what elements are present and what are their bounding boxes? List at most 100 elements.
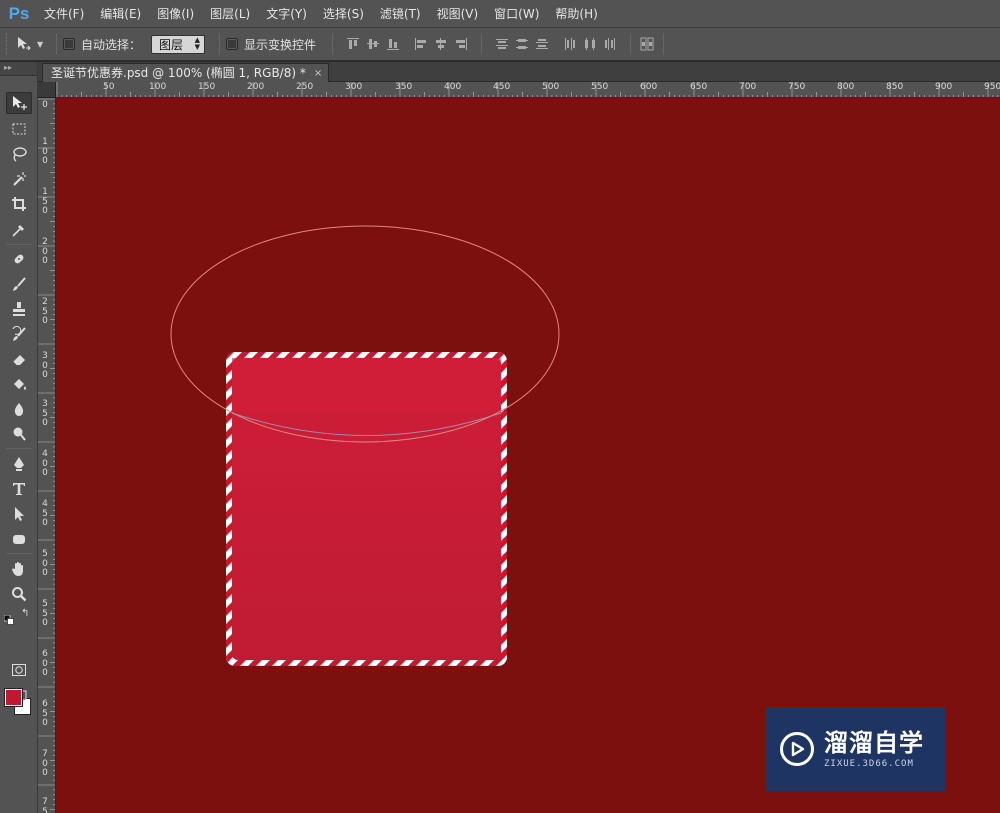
ruler-label: 4 0 0 [42,449,48,478]
watermark: 溜溜自学 ZIXUE.3D66.COM [766,707,945,791]
auto-select-checkbox[interactable] [63,38,75,50]
close-icon[interactable]: × [314,64,322,83]
marquee-icon [12,123,26,135]
crop-icon [12,197,26,211]
menu-file[interactable]: 文件(F) [36,0,92,28]
stripe [504,352,507,666]
divider [332,33,334,55]
distribute-left-icon[interactable] [560,33,580,55]
paint-bucket-tool[interactable] [6,373,32,395]
crop-tool[interactable] [6,193,32,215]
brush-tool[interactable] [6,273,32,295]
magic-wand-tool[interactable] [6,168,32,190]
move-tool[interactable] [6,92,32,114]
document-tab[interactable]: 圣诞节优惠券.psd @ 100% (椭圆 1, RGB/8) * × [42,63,330,83]
quick-mask-button[interactable] [6,659,32,681]
menu-help[interactable]: 帮助(H) [547,0,605,28]
healing-brush-tool[interactable] [6,248,32,270]
tool-divider [6,553,32,554]
distribute-hcenter-icon[interactable] [580,33,600,55]
shape-tool[interactable] [6,528,32,550]
history-brush-tool[interactable] [6,323,32,345]
card-top-highlight [232,358,501,412]
ruler-label: 250 [296,82,314,92]
lasso-tool[interactable] [6,143,32,165]
divider [56,33,57,55]
marquee-tool[interactable] [6,118,32,140]
ruler-label: 650 [690,82,708,92]
ruler-label: 300 [345,82,363,92]
dropdown-arrows-icon: ▲ ▼ [194,36,201,51]
path-select-tool[interactable] [6,503,32,525]
quick-mask-icon [12,664,26,676]
align-left-icon[interactable] [411,33,431,55]
blur-tool[interactable] [6,398,32,420]
menu-type[interactable]: 文字(Y) [258,0,315,28]
stripe [226,352,250,666]
divider [481,33,483,55]
foreground-color-swatch[interactable] [4,688,23,707]
menu-layer[interactable]: 图层(L) [202,0,258,28]
options-bar: ▼ 自动选择： 图层 ▲ ▼ 显示变换控件 [0,28,1000,61]
vertical-ruler[interactable]: 0 1 0 0 1 5 0 2 0 0 2 5 0 3 0 0 3 5 0 4 … [38,98,56,813]
zoom-tool[interactable] [6,583,32,605]
align-right-icon[interactable] [451,33,471,55]
align-hcenter-icon[interactable] [431,33,451,55]
swap-colors-icon[interactable]: ↰ [21,609,32,620]
stripe [56,352,218,666]
distribute-right-icon[interactable] [600,33,620,55]
align-bottom-icon[interactable] [383,33,403,55]
stamp-tool[interactable] [6,298,32,320]
menu-filter[interactable]: 滤镜(T) [372,0,429,28]
menu-window[interactable]: 窗口(W) [486,0,547,28]
stripe [56,352,154,666]
stripe [648,352,970,666]
menu-image[interactable]: 图像(I) [149,0,202,28]
stripe [584,352,906,666]
distribute-bottom-icon[interactable] [532,33,552,55]
lasso-icon [13,147,27,162]
stripe [552,352,874,666]
hand-tool[interactable] [6,558,32,580]
ruler-label: 6 0 0 [42,649,48,678]
ruler-label: 600 [640,82,658,92]
brush-icon [13,277,26,291]
eyedropper-tool[interactable] [6,219,32,241]
pen-tool[interactable] [6,453,32,475]
auto-align-icon[interactable] [637,33,657,55]
default-colors-icon[interactable] [3,610,14,625]
menu-view[interactable]: 视图(V) [429,0,487,28]
pen-icon [14,457,24,471]
ruler-label: 3 0 0 [42,351,48,380]
move-icon [18,37,31,51]
show-transform-checkbox[interactable] [226,38,239,50]
ruler-label: 450 [493,82,511,92]
stripe [568,352,890,666]
align-top-icon[interactable] [343,33,363,55]
coupon-card[interactable] [56,352,1000,666]
type-tool[interactable] [6,478,32,500]
stripe [226,352,234,666]
align-vcenter-icon[interactable] [363,33,383,55]
document-canvas[interactable] [56,98,1000,813]
zoom-icon [12,587,27,602]
auto-select-target-dropdown[interactable]: 图层 ▲ ▼ [151,34,206,54]
menu-select[interactable]: 选择(S) [315,0,372,28]
ruler-origin[interactable] [38,82,56,98]
distribute-group-horizontal [560,33,620,55]
distribute-vcenter-icon[interactable] [512,33,532,55]
options-grip[interactable] [6,33,14,55]
stripe [536,352,858,666]
dodge-tool[interactable] [6,423,32,445]
watermark-text: 溜溜自学 ZIXUE.3D66.COM [824,729,924,769]
menu-edit[interactable]: 编辑(E) [92,0,149,28]
align-group-horizontal [411,33,471,55]
tool-preset-picker[interactable]: ▼ [16,33,50,55]
horizontal-ruler[interactable]: 50 100 150 200 250 300 350 400 450 500 5… [56,82,1000,98]
distribute-top-icon[interactable] [492,33,512,55]
ruler-label: 900 [935,82,953,92]
eraser-tool[interactable] [6,348,32,370]
divider [630,33,632,55]
tools-panel-header[interactable]: ▸▸ [0,62,37,76]
watermark-subtitle: ZIXUE.3D66.COM [824,759,914,769]
